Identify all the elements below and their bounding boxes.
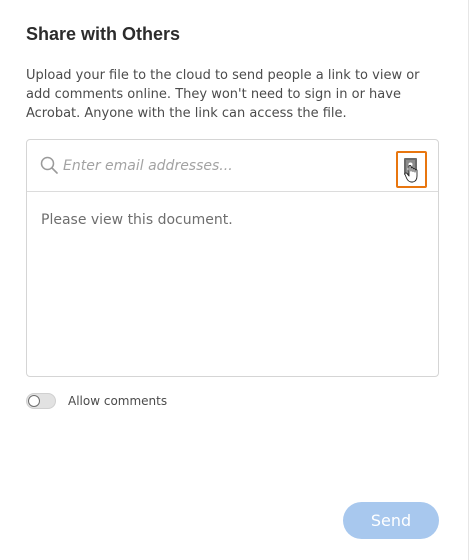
recipient-row xyxy=(27,140,438,192)
toggle-knob xyxy=(28,395,40,407)
allow-comments-toggle[interactable] xyxy=(26,393,56,409)
share-form-card xyxy=(26,139,439,377)
address-book-icon xyxy=(403,157,417,182)
panel-description: Upload your file to the cloud to send pe… xyxy=(26,68,420,121)
allow-comments-label: Allow comments xyxy=(68,394,168,408)
share-panel: Share with Others Upload your file to th… xyxy=(0,0,469,560)
email-recipients-input[interactable] xyxy=(63,154,383,178)
message-textarea[interactable] xyxy=(41,210,426,360)
send-button[interactable]: Send xyxy=(343,502,439,539)
address-book-button[interactable] xyxy=(396,151,427,188)
panel-title: Share with Others xyxy=(26,24,181,44)
search-icon xyxy=(40,156,58,174)
